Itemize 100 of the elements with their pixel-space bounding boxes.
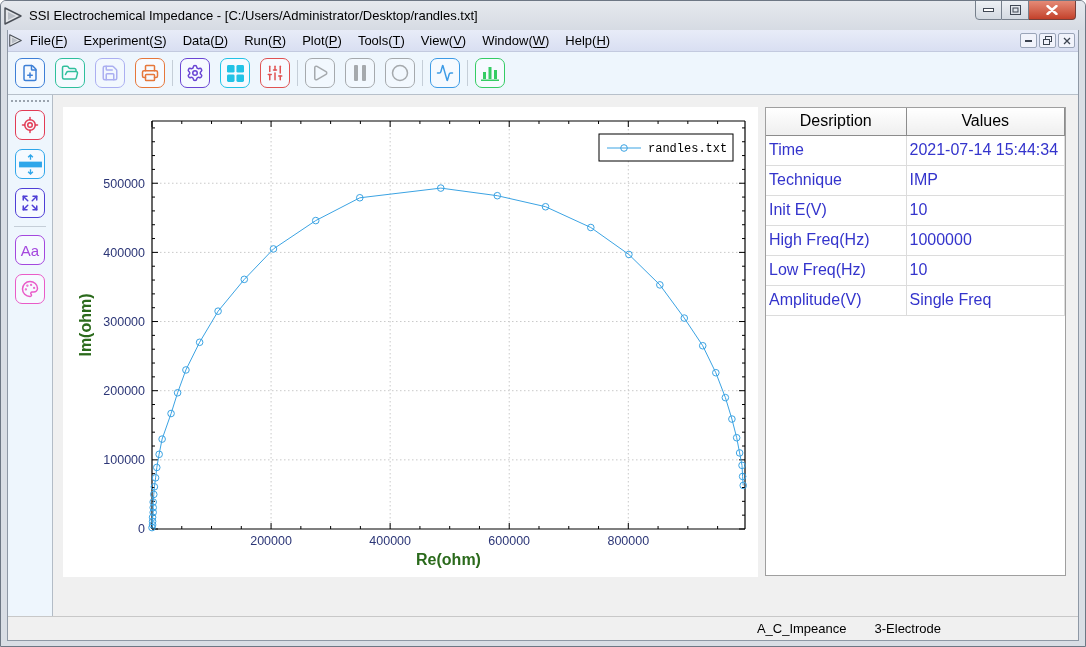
data-point: [587, 223, 595, 232]
minimize-icon[interactable]: [1025, 39, 1032, 42]
data-point: [625, 250, 633, 259]
data-point: [721, 393, 730, 402]
menu-item[interactable]: Plot(P): [294, 30, 350, 51]
table-cell: Init E(V): [766, 195, 906, 225]
grid-icon[interactable]: [226, 64, 244, 82]
table-cell: Low Freq(Hz): [766, 255, 906, 285]
open-folder-button[interactable]: [55, 58, 85, 88]
close-icon[interactable]: [1062, 36, 1071, 45]
mdi-minimize-button[interactable]: [1020, 33, 1037, 48]
maximize-button[interactable]: [1002, 1, 1029, 20]
bar-chart-icon[interactable]: [481, 65, 499, 81]
palette-icon[interactable]: [21, 280, 39, 298]
window-title: SSI Electrochemical Impedance - [C:/Users/Administrator/Desktop/randles.txt]: [29, 6, 478, 25]
column-header[interactable]: Desription: [766, 108, 906, 135]
tick-label: 800000: [607, 534, 650, 548]
legend-label: randles.txt: [648, 142, 728, 156]
data-point: [738, 461, 746, 470]
grid-button[interactable]: [220, 58, 250, 88]
data-point: [155, 450, 163, 459]
restore-icon[interactable]: [1043, 36, 1052, 45]
sliders-button[interactable]: [260, 58, 290, 88]
tick-label: 600000: [488, 534, 531, 548]
maximize-icon[interactable]: [1009, 5, 1021, 15]
data-point: [712, 368, 720, 377]
table-cell: 10: [906, 255, 1065, 285]
data-point: [167, 409, 175, 418]
data-point: [173, 388, 182, 397]
data-point: [269, 245, 278, 253]
new-file-button[interactable]: [15, 58, 45, 88]
sliders-icon[interactable]: [266, 64, 284, 82]
tick-label: 300000: [103, 314, 145, 329]
status-text: 3-Electrode: [874, 619, 941, 638]
table-cell: Amplitude(V): [766, 285, 906, 315]
data-point: [158, 435, 166, 443]
data-point: [493, 191, 502, 200]
axis-title: Re(ohm): [416, 551, 481, 568]
data-point: [148, 513, 157, 522]
fit-button[interactable]: [15, 188, 45, 218]
menu-item[interactable]: Tools(T): [349, 30, 413, 51]
column-header[interactable]: Values: [906, 108, 1065, 135]
data-point: [732, 433, 741, 442]
data-point: [738, 472, 747, 481]
printer-icon[interactable]: [141, 64, 159, 82]
data-point: [698, 341, 707, 350]
data-point: [356, 193, 364, 202]
file-plus-icon[interactable]: [21, 64, 39, 82]
data-point: [735, 449, 744, 457]
menu-item[interactable]: Experiment(S): [75, 30, 175, 51]
bar-chart-button[interactable]: [475, 58, 505, 88]
axis-title: Im(ohm): [76, 293, 94, 357]
menu-item[interactable]: Window(W): [474, 30, 558, 51]
palette-button[interactable]: [15, 274, 45, 304]
data-point: [182, 366, 190, 374]
status-text: A_C_Impeance: [756, 619, 847, 638]
data-point: [148, 517, 157, 526]
mdi-close-button[interactable]: [1058, 33, 1075, 48]
tick-label: 200000: [103, 384, 145, 399]
data-point: [195, 338, 204, 347]
table-cell: High Freq(Hz): [766, 225, 906, 255]
table-cell: Single Freq: [906, 285, 1065, 315]
expand-arrows-icon[interactable]: [21, 194, 39, 212]
crosshair-icon[interactable]: [21, 116, 39, 134]
crosshair-button[interactable]: [15, 110, 45, 140]
data-point: [436, 184, 445, 192]
settings-button[interactable]: [180, 58, 210, 88]
table-cell: 1000000: [906, 225, 1065, 255]
close-button[interactable]: [1029, 1, 1076, 20]
tick-label: 500000: [103, 176, 145, 191]
data-point: [240, 275, 249, 284]
table-cell: Technique: [766, 165, 906, 195]
waveform-button[interactable]: [430, 58, 460, 88]
print-button[interactable]: [135, 58, 165, 88]
folder-icon[interactable]: [61, 64, 79, 82]
settings-icon[interactable]: [186, 64, 204, 82]
menu-item[interactable]: File(F): [22, 30, 76, 51]
font-button[interactable]: Aa: [15, 235, 45, 265]
menu-item[interactable]: Help(H): [557, 30, 619, 51]
tick-label: 0: [138, 522, 145, 537]
menu-item[interactable]: View(V): [412, 30, 475, 51]
data-point: [541, 202, 550, 211]
app-logo-icon: [4, 6, 22, 25]
minimize-icon[interactable]: [983, 8, 994, 12]
data-point: [214, 307, 222, 315]
table-cell: 2021-07-14 15:44:34: [906, 135, 1065, 165]
legend-line-icon: [606, 144, 642, 152]
table-cell: 10: [906, 195, 1065, 225]
document-logo-icon[interactable]: [9, 34, 22, 47]
data-point: [656, 281, 664, 289]
menu-item[interactable]: Data(D): [174, 30, 237, 51]
data-point: [728, 415, 736, 423]
tick-label: 100000: [103, 453, 145, 468]
menu-item[interactable]: Run(R): [236, 30, 295, 51]
data-point: [311, 216, 320, 225]
data-point: [152, 463, 161, 472]
mdi-restore-button[interactable]: [1039, 33, 1056, 48]
minimize-button[interactable]: [975, 1, 1002, 20]
pulse-icon[interactable]: [436, 64, 454, 82]
tick-label: 200000: [250, 534, 292, 548]
